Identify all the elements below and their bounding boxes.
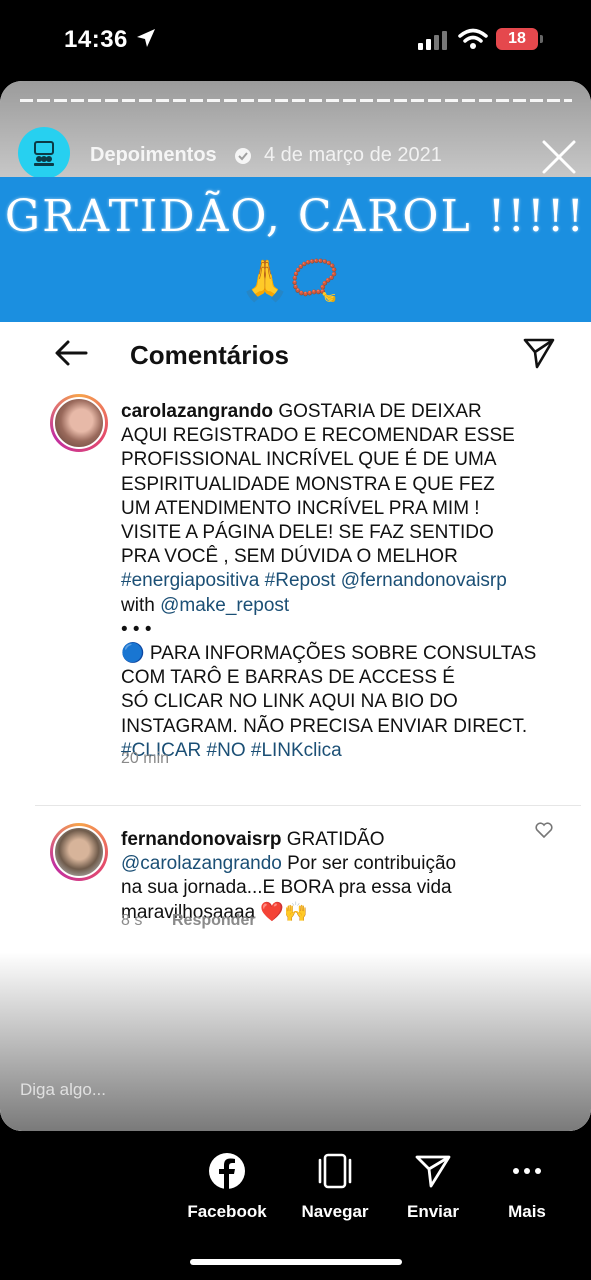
- more-label: Mais: [508, 1202, 546, 1221]
- story-date: 4 de março de 2021: [264, 144, 442, 166]
- comment-username: carolazangrando: [121, 401, 274, 422]
- gratitude-banner: GRATIDÃO, CAROL !!!!! 🙏📿: [0, 177, 591, 322]
- comment-divider: [35, 805, 581, 806]
- group-logo-icon: [34, 141, 54, 166]
- comment-text: GRATIDÃO: [281, 829, 385, 850]
- comment-hashtags: #energiapositiva #Repost @fernandonovais…: [121, 570, 507, 592]
- commenter-avatar: [50, 823, 108, 881]
- bottom-fade: [0, 952, 591, 1131]
- comment-mention: @carolazangrando: [121, 853, 282, 875]
- comment-dots: • • •: [121, 618, 152, 640]
- comment-time: 20 min: [121, 750, 170, 767]
- comment-username: fernandonovaisrp: [121, 829, 282, 850]
- story-avatar[interactable]: [18, 127, 70, 179]
- banner-emoji: 🙏📿: [240, 259, 340, 303]
- cellular-signal-icon: [418, 31, 447, 50]
- status-bar: 14:36 18: [0, 0, 591, 80]
- comment-with-label: with: [121, 594, 161, 616]
- comment-info-text: 🔵 PARA INFORMAÇÕES SOBRE CONSULTAS COM T…: [121, 643, 537, 737]
- browse-label: Navegar: [301, 1202, 369, 1221]
- comment-text: GOSTARIA DE DEIXAR AQUI REGISTRADO E REC…: [121, 401, 515, 568]
- facebook-icon: [209, 1153, 245, 1189]
- banner-title: GRATIDÃO, CAROL !!!!!: [4, 191, 587, 242]
- share-actions: Facebook Navegar Enviar Mais: [0, 1150, 591, 1230]
- more-button[interactable]: Mais: [472, 1150, 582, 1222]
- facebook-label: Facebook: [187, 1202, 267, 1221]
- reply-input[interactable]: Diga algo...: [20, 1080, 106, 1100]
- battery-indicator: 18: [496, 28, 538, 50]
- comment-body: carolazangrando GOSTARIA DE DEIXAR AQUI …: [121, 400, 551, 763]
- comments-title: Comentários: [130, 340, 289, 370]
- send-icon: [523, 338, 555, 369]
- battery-tip: [540, 35, 543, 43]
- comment-body: fernandonovaisrp GRATIDÃO @carolazangran…: [121, 828, 551, 925]
- close-icon[interactable]: [540, 138, 578, 176]
- browse-button[interactable]: Navegar: [280, 1150, 390, 1222]
- location-arrow-icon: [137, 29, 155, 47]
- browse-icon: [318, 1153, 352, 1189]
- wifi-icon: [458, 28, 488, 49]
- story-card[interactable]: Depoimentos 4 de março de 2021 GRATIDÃO,…: [0, 81, 591, 1131]
- like-heart-icon: [535, 822, 553, 838]
- status-time: 14:36: [64, 26, 128, 53]
- comment-mention: @make_repost: [160, 594, 290, 616]
- verified-badge-icon: [235, 148, 251, 164]
- home-indicator: [190, 1259, 402, 1265]
- send-icon: [415, 1155, 451, 1188]
- facebook-button[interactable]: Facebook: [172, 1150, 282, 1222]
- story-username[interactable]: Depoimentos: [90, 144, 217, 167]
- commenter-avatar: [50, 394, 108, 452]
- reply-link: Responder: [172, 912, 256, 929]
- comments-screenshot: Comentários carolazangrando GOSTARIA DE …: [0, 322, 591, 1131]
- story-header: Depoimentos 4 de março de 2021: [0, 81, 591, 181]
- back-arrow-icon: [55, 340, 88, 366]
- comment-time: 8 s: [121, 912, 143, 929]
- more-icon: [513, 1168, 541, 1174]
- story-progress-bar: [20, 99, 572, 102]
